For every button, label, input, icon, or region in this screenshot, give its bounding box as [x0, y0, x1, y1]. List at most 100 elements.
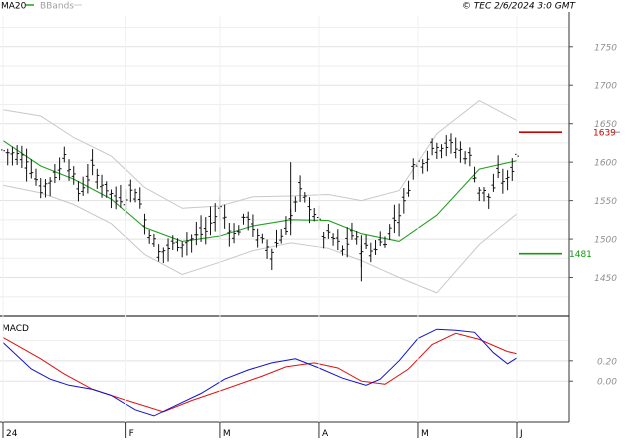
ohlc-bar: [326, 224, 331, 239]
price-y-tick-label: 1600: [594, 159, 617, 169]
ohlc-bar: [472, 166, 477, 183]
ohlc-bar: [425, 150, 430, 172]
ohlc-bar: [213, 203, 218, 232]
x-tick-label: J: [519, 429, 523, 439]
ohlc-bar: [279, 228, 284, 244]
x-tick-label: M: [421, 429, 429, 439]
ohlc-bar: [52, 164, 57, 184]
macd-signal-line: [2, 332, 518, 413]
ohlc-bar: [24, 148, 29, 182]
support-label: 1481: [569, 250, 592, 260]
ohlc-bar: [444, 135, 449, 157]
ohlc-bar: [373, 240, 378, 255]
ohlc-bar: [491, 173, 496, 192]
macd-y-tick-label: 0.20: [597, 357, 617, 367]
bbands-legend-label: BBands: [40, 2, 74, 12]
ohlc-bar: [208, 206, 213, 236]
ohlc-bar: [151, 233, 156, 247]
ohlc-bar: [48, 177, 53, 197]
ohlc-bar: [293, 196, 298, 212]
price-grid: [0, 27, 569, 298]
ohlc-bar: [114, 186, 119, 210]
ohlc-bar: [439, 144, 444, 159]
ma20-legend-label: MA20: [1, 2, 27, 12]
ohlc-bar: [161, 247, 166, 264]
ohlc-bar: [194, 221, 199, 246]
ohlc-bar: [368, 242, 373, 263]
ohlc-bar: [406, 180, 411, 197]
price-y-axis: 1450 1500 1550 1600 1650 1700 1750: [569, 43, 617, 284]
price-y-tick-label: 1750: [594, 43, 617, 53]
chart-header: MA20 BBands © TEC 2/6/2024 3:0 GMT: [1, 2, 576, 12]
x-tick-label: F: [129, 429, 134, 439]
ohlc-bar: [321, 231, 326, 249]
x-tick-label: M: [223, 429, 231, 439]
x-tick-label: A: [322, 429, 329, 439]
price-y-tick-label: 1500: [594, 236, 617, 246]
ohlc-bar: [364, 234, 369, 249]
ohlc-bar: [189, 234, 194, 253]
ohlc-bar: [76, 180, 81, 202]
ohlc-bar: [269, 248, 274, 271]
ohlc-bar: [265, 239, 270, 259]
ohlc-bar: [62, 146, 67, 163]
ohlc-bar: [411, 158, 416, 180]
ohlc-bar: [95, 168, 100, 189]
ohlc-bar: [255, 228, 260, 248]
ohlc-bar: [118, 184, 123, 208]
bbands-upper-line: [2, 100, 518, 209]
ohlc-bar: [180, 241, 185, 258]
ohlc-bar: [349, 222, 354, 240]
ohlc-bar: [283, 216, 288, 235]
ohlc-bar: [5, 148, 10, 166]
ohlc-bar: [147, 230, 152, 244]
price-panel: 16391481 1450150015501600165017001750: [0, 27, 620, 298]
ohlc-bar: [57, 157, 62, 181]
ohlc-bar: [345, 227, 350, 258]
ohlc-bar: [335, 229, 340, 251]
ohlc-bar: [203, 217, 208, 245]
ohlc-bar: [453, 137, 458, 159]
ohlc-bar: [81, 176, 86, 196]
ohlc-bar: [71, 166, 76, 185]
ohlc-bar: [420, 159, 425, 174]
ohlc-bar: [430, 138, 435, 156]
stock-chart: MA20 BBands © TEC 2/6/2024 3:0 GMT 16391…: [0, 2, 620, 439]
macd-y-tick-label: 0.00: [597, 378, 617, 388]
ohlc-bar: [477, 187, 482, 202]
ohlc-bar: [458, 141, 463, 163]
ohlc-bar: [156, 244, 161, 262]
ohlc-bar: [19, 145, 24, 168]
ohlc-bar: [496, 155, 501, 179]
price-y-tick-label: 1450: [594, 274, 617, 284]
ohlc-bar: [184, 232, 189, 256]
x-tick-label: 24: [6, 429, 18, 439]
copyright-text: © TEC 2/6/2024 3:0 GMT: [462, 2, 577, 12]
ohlc-bar: [505, 170, 510, 191]
ohlc-bar: [137, 187, 142, 209]
ohlc-bar: [392, 204, 397, 234]
ohlc-bar: [486, 193, 491, 209]
ohlc-bar: [241, 213, 246, 225]
ohlc-bar: [232, 223, 237, 244]
ma20-line: [2, 140, 518, 242]
macd-y-axis: 0.00 0.20: [569, 357, 617, 388]
ohlc-bar: [354, 231, 359, 245]
ohlc-bar: [128, 179, 133, 203]
price-y-tick-label: 1650: [594, 120, 617, 130]
macd-line: [2, 328, 518, 417]
ohlc-bar: [481, 187, 486, 202]
macd-panel: MACD 0.00 0.20: [0, 324, 617, 417]
ohlc-bar: [387, 224, 392, 241]
ohlc-bar: [227, 222, 232, 247]
ohlc-bar: [85, 163, 90, 194]
ohlc-bar: [142, 213, 147, 235]
macd-label: MACD: [2, 324, 29, 334]
price-y-tick-label: 1550: [594, 197, 617, 207]
ohlc-bar: [434, 142, 439, 159]
ohlc-bar: [222, 204, 227, 229]
ohlc-bar: [448, 133, 453, 154]
price-y-tick-label: 1700: [594, 82, 617, 92]
ohlc-bar: [467, 147, 472, 167]
bollinger-bands: [2, 100, 518, 294]
